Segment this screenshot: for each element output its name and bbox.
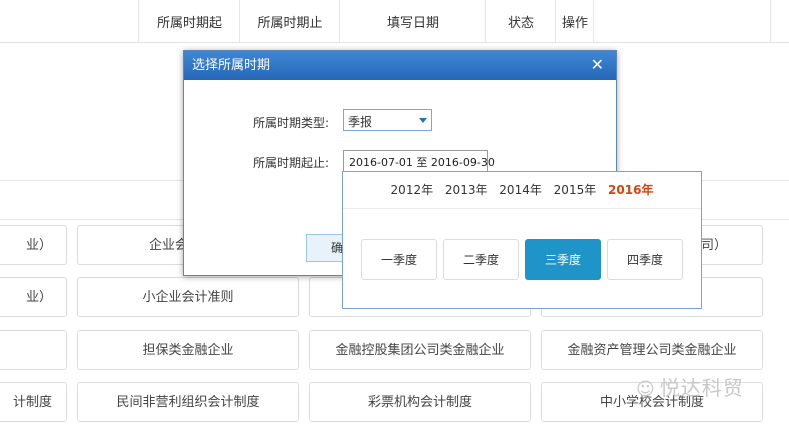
year-option[interactable]: 2014年 [499,172,542,208]
year-option[interactable]: 2013年 [445,172,488,208]
quarter-button-q4[interactable]: 四季度 [607,239,683,280]
period-range-input[interactable]: 2016-07-01 至 2016-09-30 [343,150,495,172]
watermark-text: 悦达科贸 [659,376,744,400]
standard-button[interactable] [0,330,67,370]
quarter-picker-popup: 2012年 2013年 2014年 2015年 2016年 一季度 二季度 三季… [342,171,702,309]
close-icon[interactable]: ✕ [591,51,604,80]
wechat-icon: ☺ [636,379,656,400]
column-header-action[interactable]: 操作 [555,0,594,42]
period-range-value: 2016-07-01 至 2016-09-30 [349,156,495,169]
quarter-button-q2[interactable]: 二季度 [443,239,519,280]
dialog-title: 选择所属时期 [184,51,616,80]
year-option[interactable]: 2012年 [391,172,434,208]
table-header: 所属时期起 所属时期止 填写日期 状态 操作 [0,0,789,43]
year-option-selected[interactable]: 2016年 [608,172,653,208]
standard-button[interactable]: 计制度 [0,382,67,422]
column-divider [770,0,771,42]
standard-button[interactable]: 担保类金融企业 [77,330,299,370]
standard-button[interactable]: 金融资产管理公司类金融企业 [541,330,763,370]
period-type-value: 季报 [348,115,373,129]
standard-button[interactable]: 民间非营利组织会计制度 [77,382,299,422]
chevron-down-icon [419,118,427,123]
period-type-select[interactable]: 季报 [343,109,432,131]
column-header-period-start[interactable]: 所属时期起 [138,0,240,42]
period-type-label: 所属时期类型: [253,116,330,130]
period-range-label: 所属时期起止: [253,156,330,170]
standard-button[interactable]: 业） [0,225,67,265]
year-option[interactable]: 2015年 [554,172,597,208]
standard-button[interactable]: 彩票机构会计制度 [309,382,531,422]
year-selector: 2012年 2013年 2014年 2015年 2016年 [343,172,701,208]
column-divider [593,0,594,42]
watermark: ☺ 悦达科贸 [636,372,744,401]
divider [343,208,701,209]
standard-button[interactable]: 金融控股集团公司类金融企业 [309,330,531,370]
column-header-status[interactable]: 状态 [485,0,556,42]
standard-button[interactable]: 小企业会计准则 [77,277,299,317]
quarter-button-q3[interactable]: 三季度 [525,239,601,280]
column-header-period-end[interactable]: 所属时期止 [239,0,340,42]
quarter-button-q1[interactable]: 一季度 [361,239,437,280]
column-header-fill-date[interactable]: 填写日期 [339,0,486,42]
standard-button[interactable]: 业） [0,277,67,317]
